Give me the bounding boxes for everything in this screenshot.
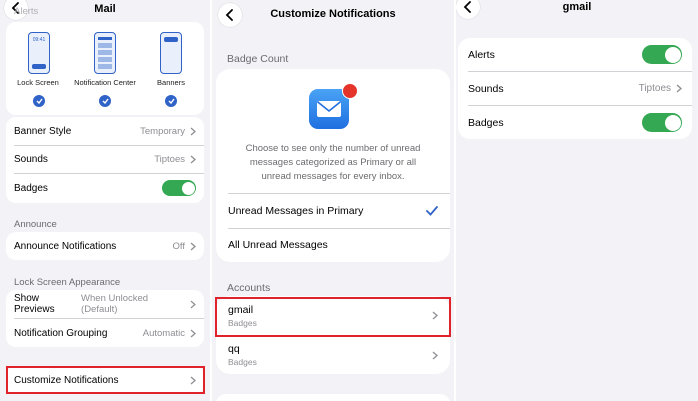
notification-grouping-value: Automatic (142, 327, 185, 339)
option-unread-primary-label: Unread Messages in Primary (228, 205, 364, 217)
alerts-header-cut: Alerts (14, 6, 39, 17)
customize-notifications-panel: Customize Notifications Badge Count Choo… (212, 0, 454, 401)
lock-screen-time: 09:41 (32, 37, 46, 43)
banner-style-value: Temporary (140, 125, 185, 137)
sounds-row[interactable]: Sounds Tiptoes (6, 145, 204, 173)
announce-card: Announce Notifications Off (6, 232, 204, 260)
highlight-box (215, 297, 451, 337)
banners-label: Banners (157, 78, 185, 87)
announce-notifications-label: Announce Notifications (14, 240, 117, 252)
chevron-right-icon (190, 329, 196, 337)
option-unread-primary[interactable]: Unread Messages in Primary (216, 195, 450, 227)
chevron-right-icon (190, 242, 196, 250)
checkmark-icon (426, 206, 438, 216)
sounds-label: Sounds (14, 153, 48, 165)
banner-style-row[interactable]: Banner Style Temporary (6, 117, 204, 145)
account-qq-subtitle: Badges (228, 357, 257, 367)
chevron-right-icon (676, 84, 682, 93)
badge-count-description: Choose to see only the number of unread … (245, 143, 421, 182)
banner-style-label: Banner Style (14, 125, 72, 137)
account-qq-name: qq (228, 343, 240, 355)
banners-preview[interactable] (160, 32, 182, 74)
sounds-label: Sounds (468, 82, 504, 95)
show-previews-row[interactable]: Show Previews When Unlocked (Default) (6, 290, 204, 318)
badges-label: Badges (468, 116, 504, 129)
accounts-header: Accounts (227, 282, 271, 294)
chevron-right-icon (190, 155, 196, 163)
checkmark-icon (102, 98, 109, 104)
badges-row: Badges (6, 173, 204, 203)
highlight-box (6, 366, 205, 394)
chevron-right-icon (190, 127, 196, 135)
option-all-unread-label: All Unread Messages (228, 239, 328, 251)
chevron-right-icon (190, 300, 196, 308)
mail-notifications-panel: Mail Alerts 09:41 Lock Screen Notificati… (0, 0, 210, 401)
checkmark-icon (36, 98, 43, 104)
gmail-settings-panel: gmail Alerts Sounds Tiptoes Badges (456, 0, 698, 401)
alerts-settings-card: Banner Style Temporary Sounds Tiptoes Ba… (6, 117, 204, 203)
announce-notifications-value: Off (172, 240, 186, 252)
notification-center-checkmark[interactable] (99, 95, 111, 107)
sounds-value: Tiptoes (154, 153, 185, 165)
badge-count-card: Choose to see only the number of unread … (216, 69, 450, 262)
notification-grouping-row[interactable]: Notification Grouping Automatic (6, 319, 204, 347)
sounds-value: Tiptoes (638, 83, 671, 94)
badge-count-header: Badge Count (227, 53, 289, 65)
show-previews-label: Show Previews (14, 293, 55, 315)
alert-style-card: 09:41 Lock Screen Notification Center Ba… (6, 22, 204, 115)
sounds-row[interactable]: Sounds Tiptoes (458, 72, 692, 105)
badges-label: Badges (14, 182, 48, 194)
lock-screen-checkmark[interactable] (33, 95, 45, 107)
alerts-toggle[interactable] (642, 45, 682, 64)
banners-checkmark[interactable] (165, 95, 177, 107)
show-previews-value: When Unlocked (Default) (81, 293, 149, 315)
page-title: Customize Notifications (270, 8, 396, 20)
lock-screen-card: Show Previews When Unlocked (Default) No… (6, 290, 204, 347)
notification-grouping-label: Notification Grouping (14, 327, 108, 339)
next-card-partial (216, 394, 450, 401)
badges-row: Badges (458, 106, 692, 139)
badges-toggle[interactable] (642, 113, 682, 132)
alerts-row: Alerts (458, 38, 692, 71)
announce-notifications-row[interactable]: Announce Notifications Off (6, 232, 204, 260)
notification-center-preview[interactable] (94, 32, 116, 74)
badges-toggle[interactable] (162, 180, 196, 196)
lock-screen-label: Lock Screen (17, 78, 59, 87)
announce-header: Announce (14, 219, 57, 230)
checkmark-icon (168, 98, 175, 104)
lock-screen-appearance-header: Lock Screen Appearance (14, 277, 121, 288)
notification-badge-dot (342, 83, 358, 99)
chevron-right-icon (432, 351, 438, 359)
page-title: gmail (562, 1, 592, 13)
gmail-settings-card: Alerts Sounds Tiptoes Badges (458, 38, 692, 139)
account-qq-row[interactable]: qq Badges (216, 336, 450, 374)
notification-center-label: Notification Center (74, 78, 136, 87)
option-all-unread[interactable]: All Unread Messages (216, 229, 450, 261)
lock-screen-preview[interactable]: 09:41 (28, 32, 50, 74)
alerts-label: Alerts (468, 48, 495, 61)
